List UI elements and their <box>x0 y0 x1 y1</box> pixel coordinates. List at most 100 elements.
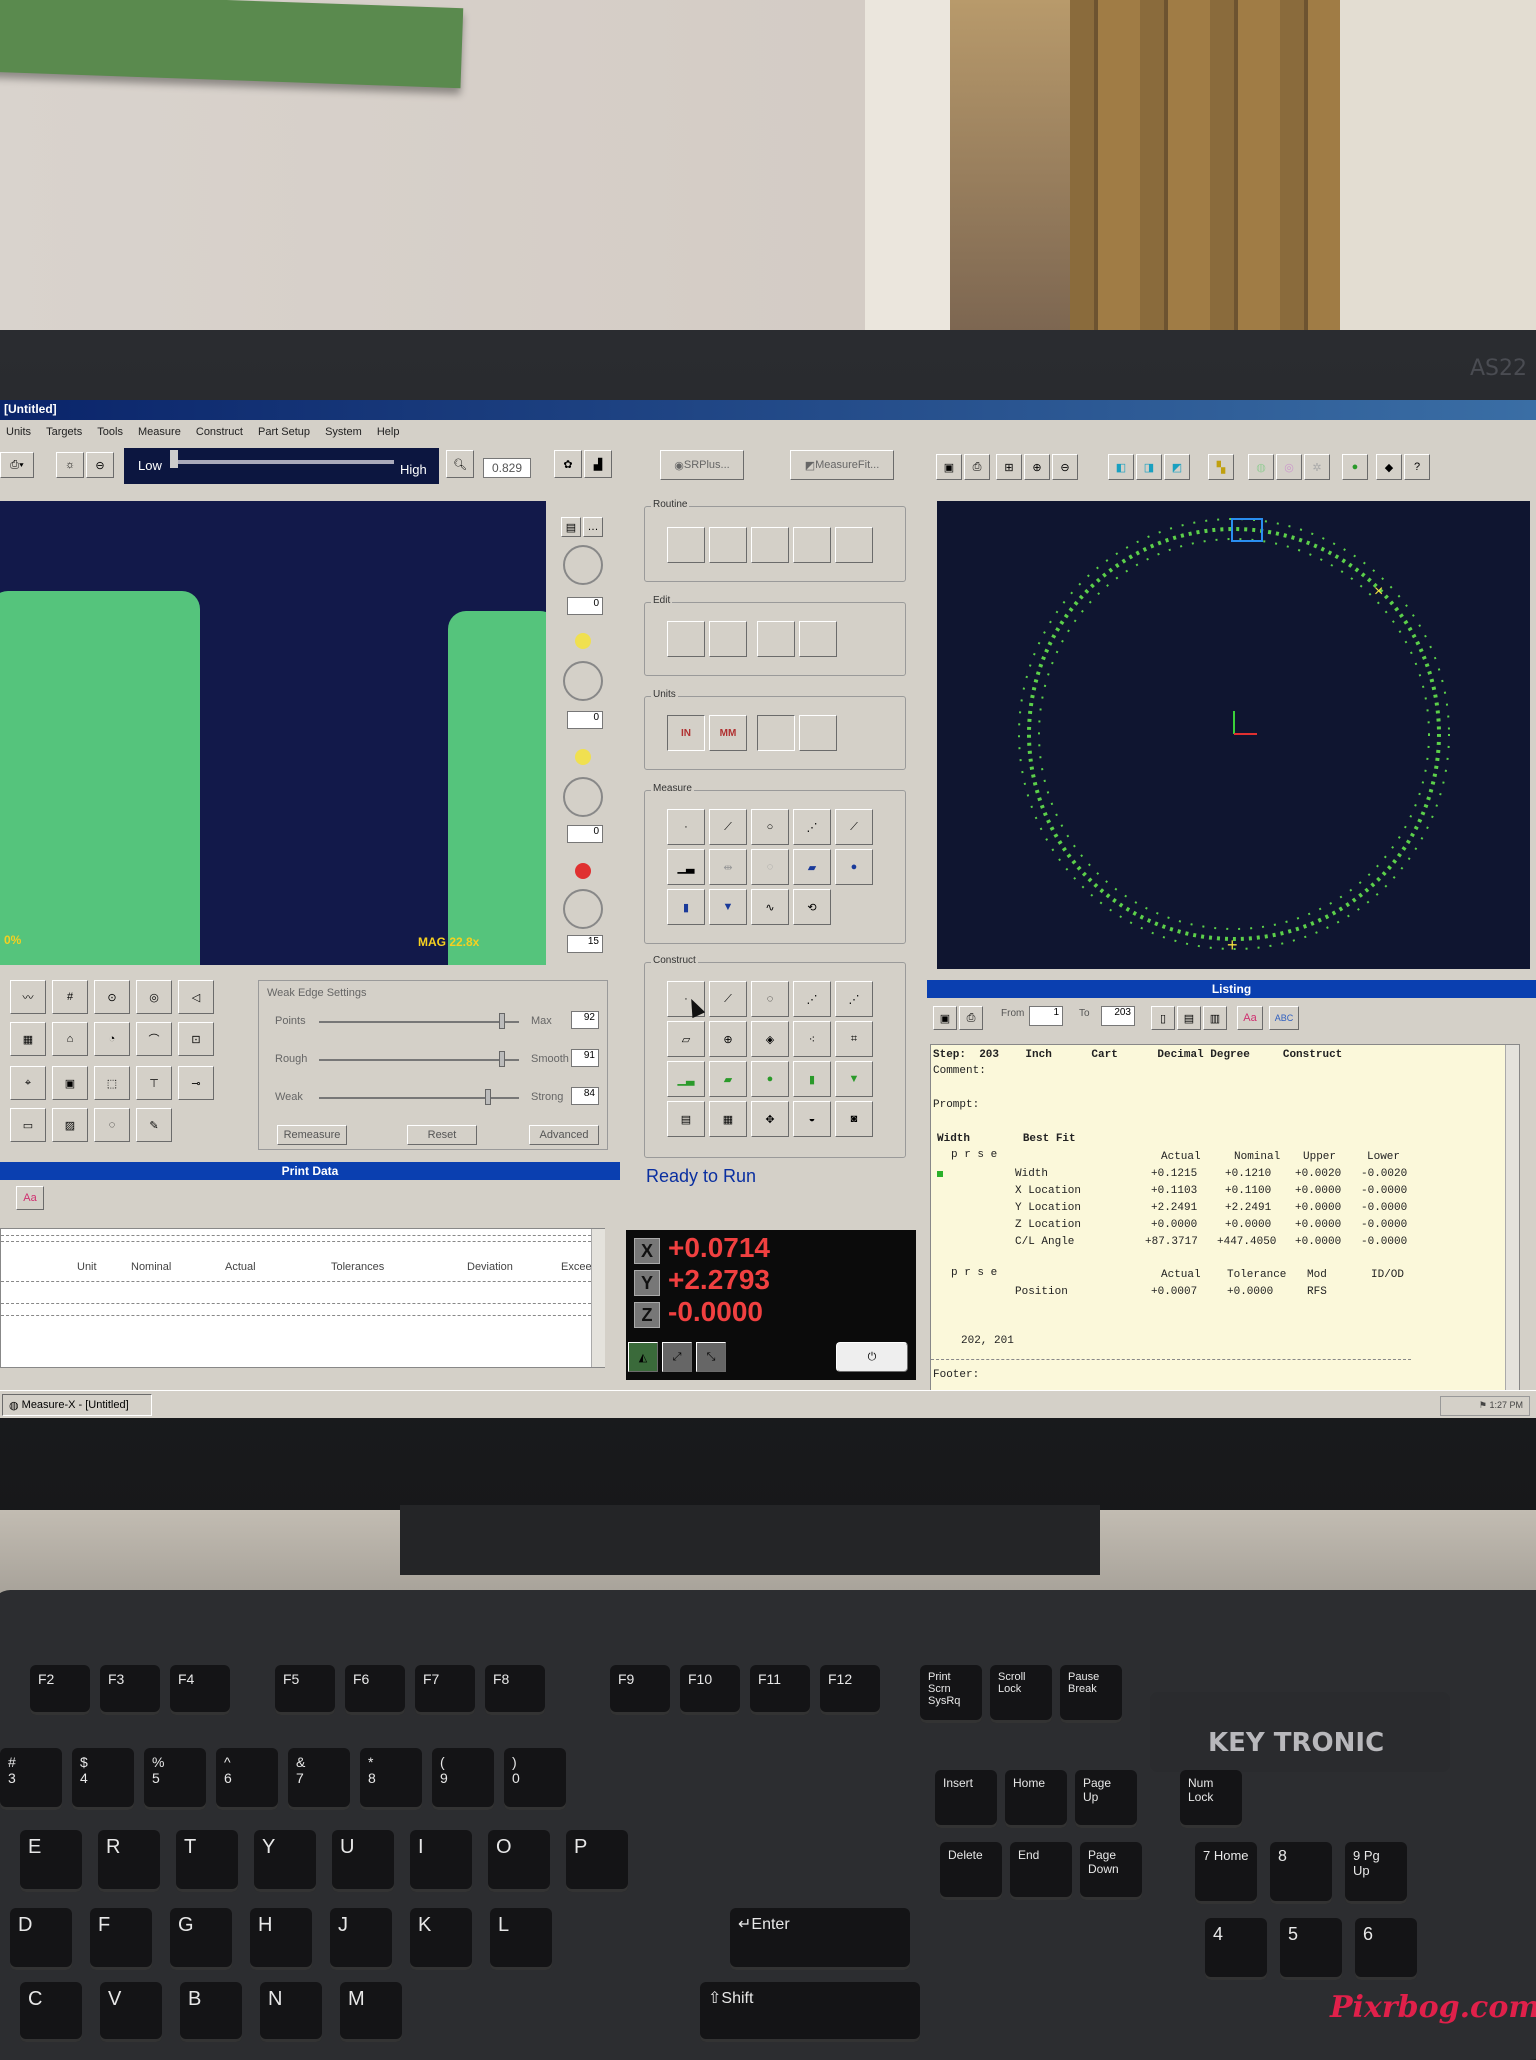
key-b[interactable]: B <box>180 1982 242 2042</box>
page-view-icon[interactable]: ▯ <box>1151 1006 1175 1030</box>
zoom-in-icon[interactable]: ⊕ <box>1024 454 1050 480</box>
page-view-3-icon[interactable]: ▥ <box>1203 1006 1227 1030</box>
print-data-table[interactable]: Unit Nominal Actual Tolerances Deviation… <box>0 1228 605 1368</box>
lamp-icon[interactable]: ▤ <box>561 517 581 537</box>
measure-curve-icon[interactable]: ∿ <box>751 889 789 925</box>
measure-line-icon[interactable]: ⟋ <box>709 809 747 845</box>
units-mm-button[interactable]: MM <box>709 715 747 751</box>
surface-light-value[interactable]: 0 <box>567 597 603 615</box>
key-page-down[interactable]: Page Down <box>1080 1842 1142 1900</box>
construct-camera-icon[interactable]: ◙ <box>835 1101 873 1137</box>
key-9[interactable]: ( 9 <box>432 1748 494 1810</box>
key-v[interactable]: V <box>100 1982 162 2042</box>
zoom-out-graphic-icon[interactable]: ⊖ <box>1052 454 1078 480</box>
angle-tool-icon[interactable]: ◁ <box>178 980 214 1014</box>
edit-tool-icon[interactable]: ✎ <box>136 1108 172 1142</box>
construct-profile-icon[interactable]: ▁▃ <box>667 1061 705 1097</box>
key-num-9[interactable]: 9 Pg Up <box>1345 1842 1407 1904</box>
dashed-box-icon[interactable]: ⬚ <box>94 1066 130 1100</box>
video-view[interactable]: 0% MAG 22.8x <box>0 501 546 965</box>
dro-mode-icon[interactable]: ◭ <box>628 1342 658 1372</box>
wave-tool-icon[interactable]: 〰 <box>10 980 46 1014</box>
key-f[interactable]: F <box>90 1908 152 1970</box>
menu-tools[interactable]: Tools <box>97 422 123 438</box>
eraser-icon[interactable]: ◆ <box>1376 454 1402 480</box>
menu-construct[interactable]: Construct <box>196 422 243 438</box>
key-k[interactable]: K <box>410 1908 472 1970</box>
dro-preset-icon[interactable]: ⤡ <box>696 1342 726 1372</box>
show-circle-icon[interactable]: ● <box>1342 454 1368 480</box>
menu-targets[interactable]: Targets <box>46 422 82 438</box>
key-f4[interactable]: F4 <box>170 1665 230 1715</box>
key-m[interactable]: M <box>340 1982 402 2042</box>
key-home[interactable]: Home <box>1005 1770 1067 1828</box>
key-num-8[interactable]: 8 <box>1270 1842 1332 1904</box>
view-top-icon[interactable]: ◧ <box>1108 454 1134 480</box>
menu-help[interactable]: Help <box>377 422 400 438</box>
page-view-2-icon[interactable]: ▤ <box>1177 1006 1201 1030</box>
key-g[interactable]: G <box>170 1908 232 1970</box>
key-num-5[interactable]: 5 <box>1280 1918 1342 1980</box>
rough-slider-thumb[interactable] <box>499 1051 505 1067</box>
measure-width-icon[interactable]: ⇹ <box>709 849 747 885</box>
key-pause-break[interactable]: Pause Break <box>1060 1665 1122 1723</box>
target-tool-icon[interactable]: ◎ <box>136 980 172 1014</box>
key-delete[interactable]: Delete <box>940 1842 1002 1900</box>
edit-step-icon[interactable] <box>667 621 705 657</box>
key-num-lock[interactable]: Num Lock <box>1180 1770 1242 1828</box>
back-light-value[interactable]: 0 <box>567 711 603 729</box>
measure-circle-icon[interactable]: ○ <box>751 809 789 845</box>
new-routine-icon[interactable] <box>667 527 705 563</box>
ring-light-value[interactable]: 0 <box>567 825 603 843</box>
construct-move-icon[interactable]: ✥ <box>751 1101 789 1137</box>
construct-plane-icon[interactable]: ▱ <box>667 1021 705 1057</box>
auto-tool-icon[interactable]: ◌ <box>94 1108 130 1142</box>
key-f12[interactable]: F12 <box>820 1665 880 1715</box>
features-icon[interactable]: ▚ <box>1208 454 1234 480</box>
key-3[interactable]: # 3 <box>0 1748 62 1810</box>
key-h[interactable]: H <box>250 1908 312 1970</box>
show-points-icon[interactable]: ◍ <box>1248 454 1274 480</box>
key-num-6[interactable]: 6 <box>1355 1918 1417 1980</box>
key-page-up[interactable]: Page Up <box>1075 1770 1137 1828</box>
save-as-routine-icon[interactable] <box>793 527 831 563</box>
listing-save-icon[interactable]: ▣ <box>933 1006 957 1030</box>
copy-step-icon[interactable] <box>799 621 837 657</box>
measure-cylinder-icon[interactable]: ▮ <box>667 889 705 925</box>
construct-circle-icon[interactable]: ◌ <box>751 981 789 1017</box>
measure-plane-icon[interactable]: ▰ <box>793 849 831 885</box>
menu-measure[interactable]: Measure <box>138 422 181 438</box>
snapshot-icon[interactable]: ▟ <box>584 450 612 478</box>
key-enter[interactable]: ↵Enter <box>730 1908 910 1970</box>
key-4[interactable]: $ 4 <box>72 1748 134 1810</box>
light-slider[interactable]: Low High <box>124 448 439 484</box>
dro-zero-icon[interactable]: ⤢ <box>662 1342 692 1372</box>
color-icon[interactable]: ✿ <box>554 450 582 478</box>
view-iso-icon[interactable]: ◩ <box>1164 454 1190 480</box>
more-icon[interactable]: … <box>583 517 603 537</box>
construct-datum-icon[interactable]: ◒ <box>793 1101 831 1137</box>
measure-cone-icon[interactable]: ▼ <box>709 889 747 925</box>
show-target-icon[interactable]: ◎ <box>1276 454 1302 480</box>
key-insert[interactable]: Insert <box>935 1770 997 1828</box>
view-front-icon[interactable]: ◨ <box>1136 454 1162 480</box>
measure-distance-icon[interactable]: ⋰ <box>793 809 831 845</box>
key-y[interactable]: Y <box>254 1830 316 1892</box>
key-o[interactable]: O <box>488 1830 550 1892</box>
key-p[interactable]: P <box>566 1830 628 1892</box>
listing-font-button[interactable]: Aa <box>1237 1006 1263 1030</box>
key-f3[interactable]: F3 <box>100 1665 160 1715</box>
construct-points-icon[interactable]: ⁖ <box>793 1021 831 1057</box>
surface-light-knob[interactable] <box>563 545 603 585</box>
pattern-tool-icon[interactable]: ▦ <box>10 1022 46 1056</box>
key-num-4[interactable]: 4 <box>1205 1918 1267 1980</box>
construct-box-icon[interactable]: ⌗ <box>835 1021 873 1057</box>
measure-profile-icon[interactable]: ▁▃ <box>667 849 705 885</box>
construct-report-icon[interactable]: ▤ <box>667 1101 705 1137</box>
magnify-icon[interactable]: 🔍︎ <box>446 450 474 478</box>
ring-light-knob[interactable] <box>563 777 603 817</box>
menu-units[interactable]: Units <box>6 422 31 438</box>
key-f8[interactable]: F8 <box>485 1665 545 1715</box>
construct-target-icon[interactable]: ⊕ <box>709 1021 747 1057</box>
aux-light-knob[interactable] <box>563 889 603 929</box>
